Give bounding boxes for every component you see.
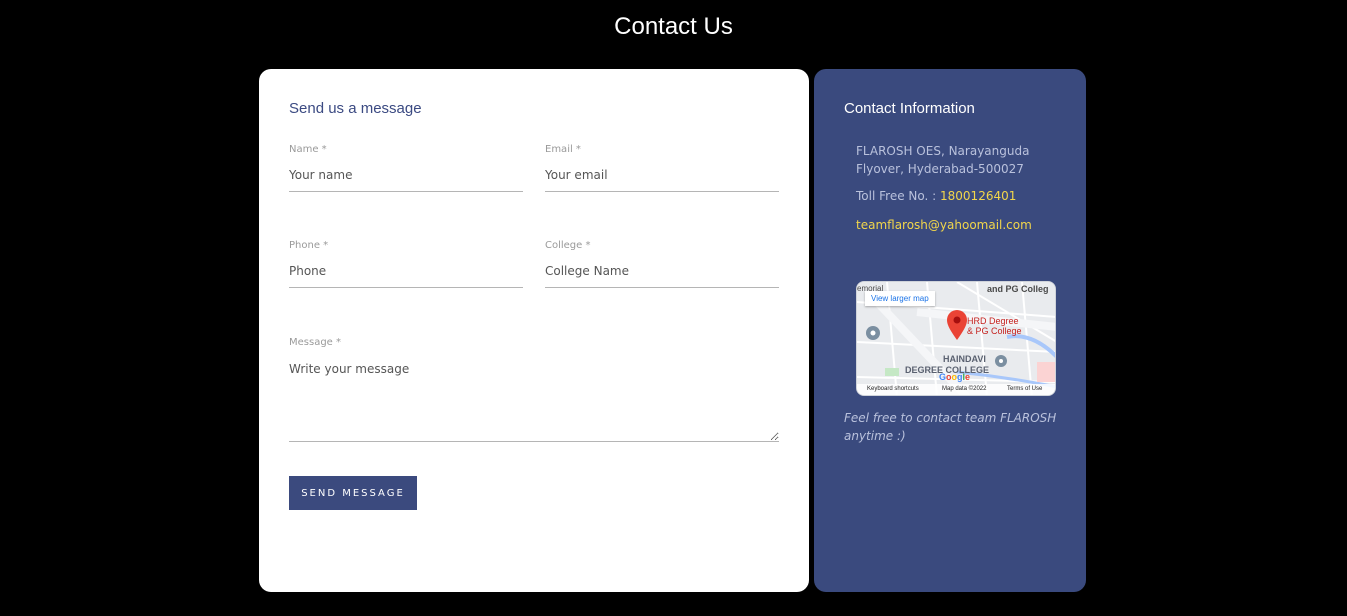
phone-prefix: Toll Free No. : xyxy=(856,189,937,203)
page-title: Contact Us xyxy=(614,13,733,40)
embedded-map[interactable]: and PG Colleg emorial View larger map HR… xyxy=(856,281,1056,396)
phone-field-group: Phone * xyxy=(289,240,523,288)
email-label: Email * xyxy=(545,144,581,155)
map-footer: Keyboard shortcuts Map data ©2022 Terms … xyxy=(857,384,1055,395)
map-data-text: Map data ©2022 xyxy=(942,386,987,392)
map-label-haindavi: HAINDAVI xyxy=(943,354,986,364)
phone-input[interactable] xyxy=(289,264,523,288)
name-label: Name * xyxy=(289,144,327,155)
email-field-group: Email * xyxy=(545,144,779,192)
terms-of-use-link[interactable]: Terms of Use xyxy=(1007,386,1042,392)
message-field-group: Message * xyxy=(289,337,779,442)
message-label: Message * xyxy=(289,337,342,348)
form-heading: Send us a message xyxy=(289,100,422,117)
send-message-button[interactable]: SEND MESSAGE xyxy=(289,476,417,510)
map-place-name-2: & PG College xyxy=(967,326,1022,336)
tagline-text: Feel free to contact team FLAROSH anytim… xyxy=(844,411,1057,443)
info-heading: Contact Information xyxy=(844,100,975,117)
name-input[interactable] xyxy=(289,168,523,192)
college-field-group: College * xyxy=(545,240,779,288)
phone-line: Toll Free No. : 1800126401 xyxy=(856,189,1016,203)
map-label-top-right: and PG Colleg xyxy=(987,284,1049,294)
phone-label: Phone * xyxy=(289,240,329,251)
address-text: FLAROSH OES, Narayanguda Flyover, Hydera… xyxy=(856,144,1030,176)
name-field-group: Name * xyxy=(289,144,523,192)
message-form-card: Send us a message Name * Email * Phone *… xyxy=(259,69,809,592)
email-link[interactable]: teamflarosh@yahoomail.com xyxy=(856,218,1032,232)
email-input[interactable] xyxy=(545,168,779,192)
keyboard-shortcuts-link[interactable]: Keyboard shortcuts xyxy=(867,386,919,392)
phone-number-link[interactable]: 1800126401 xyxy=(940,189,1016,203)
contact-info-card: Contact Information FLAROSH OES, Narayan… xyxy=(814,69,1086,592)
message-textarea[interactable] xyxy=(289,362,779,442)
map-place-name-1: HRD Degree xyxy=(967,316,1019,326)
college-input[interactable] xyxy=(545,264,779,288)
google-logo: Google xyxy=(939,372,971,382)
college-label: College * xyxy=(545,240,591,251)
view-larger-map-link[interactable]: View larger map xyxy=(865,291,935,306)
